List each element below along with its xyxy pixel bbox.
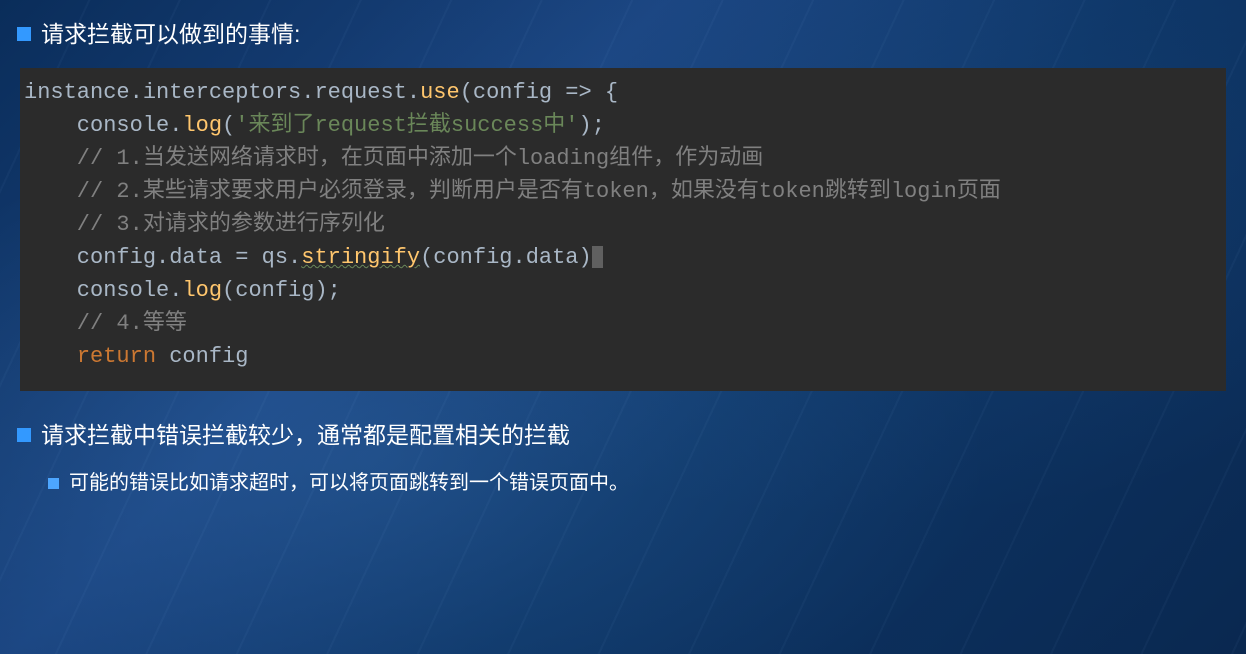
- code-l8-b: stringify: [301, 245, 420, 270]
- code-l2-e: );: [579, 113, 605, 138]
- code-l3: // 1.当发送网络请求时，在页面中添加一个loading组件，作为动画: [24, 146, 763, 171]
- code-l2-a: console.: [24, 113, 182, 138]
- code-l8-c: (config.data): [420, 245, 592, 270]
- code-l2-c: (: [222, 113, 235, 138]
- bullet-text-1: 请求拦截可以做到的事情:: [41, 18, 300, 50]
- code-l1-c: (config => {: [460, 80, 618, 105]
- bullet-text-3: 可能的错误比如请求超时，可以将页面跳转到一个错误页面中。: [69, 469, 629, 497]
- square-bullet-icon: [48, 478, 59, 489]
- bullet-text-2: 请求拦截中错误拦截较少，通常都是配置相关的拦截: [41, 419, 570, 451]
- code-l8-a: config.data = qs.: [24, 245, 301, 270]
- code-l5: // 2.某些请求要求用户必须登录，判断用户是否有token，如果没有token…: [24, 179, 1001, 204]
- code-l12-c: config: [156, 344, 248, 369]
- code-block: instance.interceptors.request.use(config…: [20, 68, 1226, 391]
- code-l7: // 3.对请求的参数进行序列化: [24, 212, 385, 237]
- bullet-item-1: 请求拦截可以做到的事情:: [0, 18, 1246, 50]
- code-l12-a: [24, 344, 77, 369]
- code-l9-b: log: [182, 278, 222, 303]
- square-bullet-icon: [17, 428, 31, 442]
- code-l2-d: '来到了request拦截success中': [235, 113, 578, 138]
- code-l12-b: return: [77, 344, 156, 369]
- bullet-item-2: 请求拦截中错误拦截较少，通常都是配置相关的拦截: [0, 419, 1246, 451]
- bullet-item-3: 可能的错误比如请求超时，可以将页面跳转到一个错误页面中。: [0, 469, 1246, 497]
- code-l1-b: use: [420, 80, 460, 105]
- code-l9-a: console.: [24, 278, 182, 303]
- code-l2-b: log: [182, 113, 222, 138]
- code-l9-c: (config);: [222, 278, 341, 303]
- code-l11: // 4.等等: [24, 311, 187, 336]
- cursor-icon: [592, 246, 603, 268]
- square-bullet-icon: [17, 27, 31, 41]
- code-l1-a: instance.interceptors.request.: [24, 80, 420, 105]
